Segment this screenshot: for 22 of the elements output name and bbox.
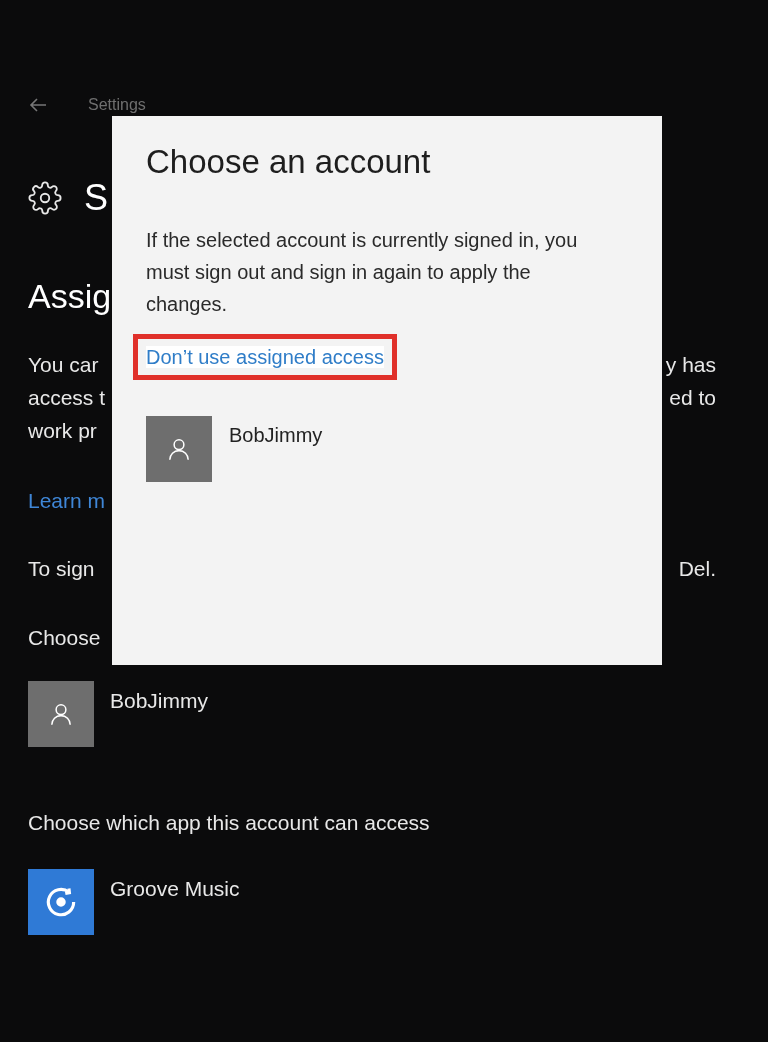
dialog-message: If the selected account is currently signed in, you must sign out and sign in again to apply the changes. <box>146 228 579 317</box>
account-name[interactable]: BobJimmy <box>229 420 323 450</box>
person-icon <box>48 701 74 727</box>
window-title: Settings <box>88 95 146 115</box>
gear-icon <box>28 181 62 215</box>
app-name[interactable]: Groove Music <box>110 872 240 904</box>
paragraph-text: ed to <box>669 384 716 411</box>
paragraph-text: To sign <box>28 556 95 583</box>
dialog-title: Choose an account <box>146 142 431 182</box>
choose-label: Choose <box>28 624 101 651</box>
page-title: S <box>84 180 108 216</box>
paragraph-text: Del. <box>678 556 716 583</box>
paragraph-text: work pr <box>28 417 97 444</box>
paragraph-text: y has <box>665 351 716 378</box>
paragraph-text: You car <box>28 351 99 378</box>
dont-use-assigned-access-link[interactable]: Don’t use assigned access <box>146 346 384 368</box>
learn-more-link[interactable]: Learn m <box>28 485 106 517</box>
account-name[interactable]: BobJimmy <box>110 685 209 717</box>
paragraph-text: access t <box>28 384 106 411</box>
section-heading: Assig <box>28 276 112 317</box>
app-label: Choose which app this account can access <box>28 810 430 836</box>
person-icon <box>166 436 192 462</box>
